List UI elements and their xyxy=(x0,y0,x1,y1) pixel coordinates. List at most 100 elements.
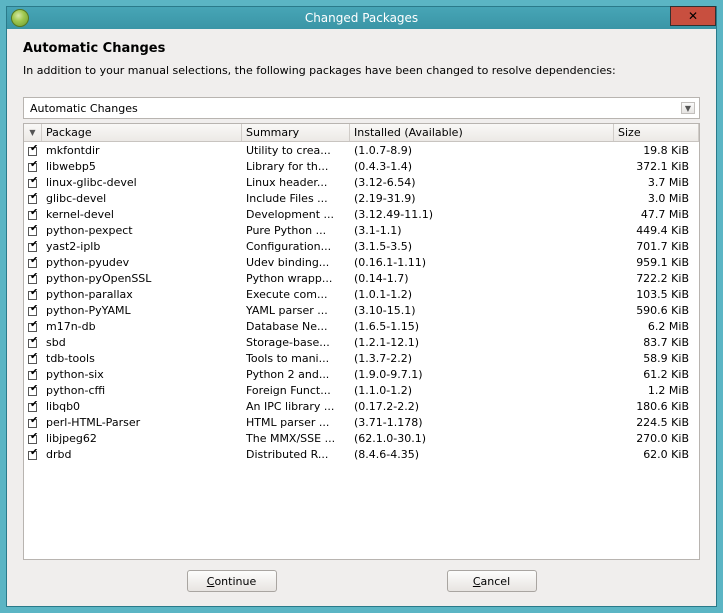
pkg-installed: (1.0.1-1.2) xyxy=(350,288,614,301)
status-icon xyxy=(24,433,42,444)
pkg-size: 62.0 KiB xyxy=(614,448,699,461)
pkg-size: 590.6 KiB xyxy=(614,304,699,317)
status-icon xyxy=(24,337,42,348)
pkg-summary: Include Files ... xyxy=(242,192,350,205)
pkg-summary: Database Ne... xyxy=(242,320,350,333)
table-row[interactable]: perl-HTML-ParserHTML parser ...(3.71-1.1… xyxy=(24,414,699,430)
install-check-icon xyxy=(28,385,38,396)
pkg-size: 270.0 KiB xyxy=(614,432,699,445)
table-row[interactable]: python-pyOpenSSLPython wrapp...(0.14-1.7… xyxy=(24,270,699,286)
table-row[interactable]: python-pyudevUdev binding...(0.16.1-1.11… xyxy=(24,254,699,270)
pkg-summary: Distributed R... xyxy=(242,448,350,461)
column-headers[interactable]: ▼ Package Summary Installed (Available) … xyxy=(24,124,699,142)
install-check-icon xyxy=(28,241,38,252)
install-check-icon xyxy=(28,433,38,444)
close-button[interactable]: ✕ xyxy=(670,6,716,26)
table-row[interactable]: kernel-develDevelopment ...(3.12.49-11.1… xyxy=(24,206,699,222)
rows-container: mkfontdirUtility to crea...(1.0.7-8.9)19… xyxy=(24,142,699,462)
status-icon xyxy=(24,321,42,332)
pkg-size: 180.6 KiB xyxy=(614,400,699,413)
pkg-name: python-parallax xyxy=(42,288,242,301)
cancel-mnemonic: C xyxy=(473,575,481,588)
table-row[interactable]: drbdDistributed R...(8.4.6-4.35)62.0 KiB xyxy=(24,446,699,462)
pkg-name: kernel-devel xyxy=(42,208,242,221)
pkg-size: 61.2 KiB xyxy=(614,368,699,381)
status-icon xyxy=(24,401,42,412)
col-header-package[interactable]: Package xyxy=(42,124,242,141)
pkg-name: glibc-devel xyxy=(42,192,242,205)
status-icon xyxy=(24,209,42,220)
button-bar: Continue Cancel xyxy=(23,560,700,596)
table-row[interactable]: libqb0An IPC library ...(0.17.2-2.2)180.… xyxy=(24,398,699,414)
cancel-button[interactable]: Cancel xyxy=(447,570,537,592)
pkg-size: 6.2 MiB xyxy=(614,320,699,333)
pkg-summary: Python 2 and... xyxy=(242,368,350,381)
col-header-status[interactable]: ▼ xyxy=(24,124,42,141)
pkg-summary: An IPC library ... xyxy=(242,400,350,413)
pkg-installed: (0.17.2-2.2) xyxy=(350,400,614,413)
table-row[interactable]: glibc-develInclude Files ...(2.19-31.9)3… xyxy=(24,190,699,206)
col-header-installed[interactable]: Installed (Available) xyxy=(350,124,614,141)
table-row[interactable]: mkfontdirUtility to crea...(1.0.7-8.9)19… xyxy=(24,142,699,158)
install-check-icon xyxy=(28,289,38,300)
pkg-size: 47.7 MiB xyxy=(614,208,699,221)
table-row[interactable]: yast2-iplbConfiguration...(3.1.5-3.5)701… xyxy=(24,238,699,254)
install-check-icon xyxy=(28,225,38,236)
pkg-installed: (3.12.49-11.1) xyxy=(350,208,614,221)
pkg-size: 58.9 KiB xyxy=(614,352,699,365)
table-row[interactable]: python-cffiForeign Funct...(1.1.0-1.2)1.… xyxy=(24,382,699,398)
pkg-name: python-pyudev xyxy=(42,256,242,269)
install-check-icon xyxy=(28,305,38,316)
table-row[interactable]: sbdStorage-base...(1.2.1-12.1)83.7 KiB xyxy=(24,334,699,350)
pkg-size: 3.0 MiB xyxy=(614,192,699,205)
col-header-summary[interactable]: Summary xyxy=(242,124,350,141)
install-check-icon xyxy=(28,417,38,428)
col-header-size[interactable]: Size xyxy=(614,124,699,141)
table-row[interactable]: libwebp5Library for th...(0.4.3-1.4)372.… xyxy=(24,158,699,174)
pkg-name: yast2-iplb xyxy=(42,240,242,253)
table-row[interactable]: python-PyYAMLYAML parser ...(3.10-15.1)5… xyxy=(24,302,699,318)
pkg-summary: YAML parser ... xyxy=(242,304,350,317)
titlebar[interactable]: Changed Packages ✕ xyxy=(7,7,716,29)
table-row[interactable]: python-sixPython 2 and...(1.9.0-9.7.1)61… xyxy=(24,366,699,382)
filter-dropdown[interactable]: Automatic Changes ▼ xyxy=(23,97,700,119)
pkg-installed: (8.4.6-4.35) xyxy=(350,448,614,461)
table-row[interactable]: python-parallaxExecute com...(1.0.1-1.2)… xyxy=(24,286,699,302)
pkg-name: libjpeg62 xyxy=(42,432,242,445)
status-icon xyxy=(24,353,42,364)
pkg-name: libwebp5 xyxy=(42,160,242,173)
dialog-body: Automatic Changes In addition to your ma… xyxy=(7,29,716,606)
table-row[interactable]: tdb-toolsTools to mani...(1.3.7-2.2)58.9… xyxy=(24,350,699,366)
install-check-icon xyxy=(28,337,38,348)
pkg-size: 959.1 KiB xyxy=(614,256,699,269)
install-check-icon xyxy=(28,145,38,156)
pkg-size: 224.5 KiB xyxy=(614,416,699,429)
continue-button[interactable]: Continue xyxy=(187,570,277,592)
pkg-name: drbd xyxy=(42,448,242,461)
install-check-icon xyxy=(28,193,38,204)
table-row[interactable]: libjpeg62The MMX/SSE ...(62.1.0-30.1)270… xyxy=(24,430,699,446)
pkg-size: 19.8 KiB xyxy=(614,144,699,157)
status-icon xyxy=(24,145,42,156)
pkg-installed: (1.3.7-2.2) xyxy=(350,352,614,365)
table-row[interactable]: m17n-dbDatabase Ne...(1.6.5-1.15)6.2 MiB xyxy=(24,318,699,334)
table-row[interactable]: linux-glibc-develLinux header...(3.12-6.… xyxy=(24,174,699,190)
pkg-installed: (3.10-15.1) xyxy=(350,304,614,317)
pkg-installed: (1.9.0-9.7.1) xyxy=(350,368,614,381)
pkg-name: perl-HTML-Parser xyxy=(42,416,242,429)
pkg-size: 1.2 MiB xyxy=(614,384,699,397)
install-check-icon xyxy=(28,257,38,268)
pkg-name: python-six xyxy=(42,368,242,381)
install-check-icon xyxy=(28,209,38,220)
status-icon xyxy=(24,305,42,316)
pkg-size: 701.7 KiB xyxy=(614,240,699,253)
pkg-name: tdb-tools xyxy=(42,352,242,365)
status-icon xyxy=(24,417,42,428)
install-check-icon xyxy=(28,321,38,332)
status-icon xyxy=(24,369,42,380)
status-icon xyxy=(24,177,42,188)
status-icon xyxy=(24,273,42,284)
pkg-summary: Pure Python ... xyxy=(242,224,350,237)
pkg-installed: (0.4.3-1.4) xyxy=(350,160,614,173)
table-row[interactable]: python-pexpectPure Python ...(3.1-1.1)44… xyxy=(24,222,699,238)
